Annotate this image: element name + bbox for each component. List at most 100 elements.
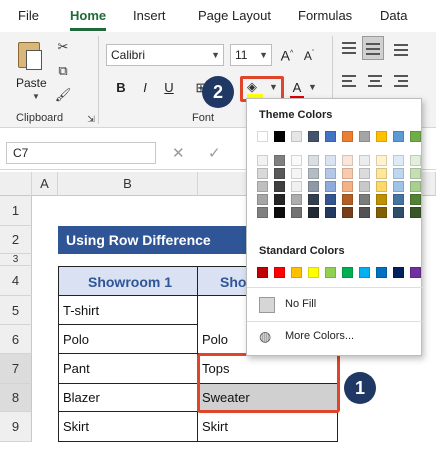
theme-color-swatch[interactable] xyxy=(410,131,421,142)
theme-color-tint-swatch[interactable] xyxy=(393,207,404,218)
chevron-down-icon[interactable]: ▼ xyxy=(269,82,278,92)
standard-color-swatch[interactable] xyxy=(291,267,302,278)
theme-color-tint-swatch[interactable] xyxy=(274,207,285,218)
theme-color-tint-swatch[interactable] xyxy=(342,181,353,192)
theme-color-swatch[interactable] xyxy=(291,131,302,142)
tab-home[interactable]: Home xyxy=(70,8,106,23)
theme-color-tint-swatch[interactable] xyxy=(410,194,421,205)
theme-color-tint-swatch[interactable] xyxy=(308,168,319,179)
theme-color-tint-swatch[interactable] xyxy=(325,155,336,166)
theme-color-tint-swatch[interactable] xyxy=(257,155,268,166)
theme-color-tint-swatch[interactable] xyxy=(410,181,421,192)
underline-button[interactable]: U xyxy=(160,78,178,98)
table-cell[interactable]: T-shirt xyxy=(58,296,198,325)
standard-color-swatch[interactable] xyxy=(359,267,370,278)
theme-color-tint-swatch[interactable] xyxy=(359,194,370,205)
theme-color-tint-swatch[interactable] xyxy=(308,181,319,192)
theme-color-tint-swatch[interactable] xyxy=(291,207,302,218)
enter-icon[interactable]: ✓ xyxy=(208,144,221,162)
theme-color-tint-swatch[interactable] xyxy=(342,168,353,179)
theme-color-tint-swatch[interactable] xyxy=(325,194,336,205)
theme-color-swatch[interactable] xyxy=(274,131,285,142)
row-header[interactable]: 8 xyxy=(0,384,32,412)
theme-color-tint-swatch[interactable] xyxy=(257,207,268,218)
tab-page-layout[interactable]: Page Layout xyxy=(198,8,271,23)
standard-color-swatch[interactable] xyxy=(308,267,319,278)
cut-icon[interactable]: ✂ xyxy=(54,38,72,56)
row-header[interactable]: 9 xyxy=(0,412,32,442)
align-center-icon[interactable] xyxy=(366,72,384,90)
row-header[interactable]: 1 xyxy=(0,196,32,226)
standard-color-swatch[interactable] xyxy=(325,267,336,278)
tab-file[interactable]: File xyxy=(18,8,39,23)
table-cell[interactable]: Skirt xyxy=(58,412,198,442)
font-color-icon[interactable]: A xyxy=(288,78,306,98)
theme-color-tint-swatch[interactable] xyxy=(410,155,421,166)
row-header[interactable]: 5 xyxy=(0,296,32,325)
copy-icon[interactable]: ⧉ xyxy=(54,62,72,80)
middle-align-icon[interactable] xyxy=(362,36,384,60)
row-header[interactable]: 4 xyxy=(0,266,32,296)
more-colors-item[interactable]: ◍ More Colors... xyxy=(253,327,417,349)
theme-color-tint-swatch[interactable] xyxy=(393,181,404,192)
format-painter-icon[interactable]: 🖌 xyxy=(54,86,72,104)
theme-color-swatch[interactable] xyxy=(308,131,319,142)
theme-color-tint-swatch[interactable] xyxy=(393,155,404,166)
tab-data[interactable]: Data xyxy=(380,8,407,23)
theme-color-tint-swatch[interactable] xyxy=(393,194,404,205)
theme-color-swatch[interactable] xyxy=(376,131,387,142)
theme-color-tint-swatch[interactable] xyxy=(291,155,302,166)
theme-color-tint-swatch[interactable] xyxy=(308,207,319,218)
theme-color-tint-swatch[interactable] xyxy=(325,207,336,218)
italic-button[interactable]: I xyxy=(136,78,154,98)
theme-color-tint-swatch[interactable] xyxy=(291,168,302,179)
theme-color-tint-swatch[interactable] xyxy=(376,194,387,205)
bold-button[interactable]: B xyxy=(112,78,130,98)
chevron-down-icon[interactable]: ▼ xyxy=(308,82,317,92)
theme-color-tint-swatch[interactable] xyxy=(325,168,336,179)
bottom-align-icon[interactable] xyxy=(392,40,410,58)
theme-color-swatch[interactable] xyxy=(325,131,336,142)
theme-color-tint-swatch[interactable] xyxy=(410,168,421,179)
theme-color-tint-swatch[interactable] xyxy=(342,207,353,218)
theme-color-tint-swatch[interactable] xyxy=(376,181,387,192)
theme-color-tint-swatch[interactable] xyxy=(325,181,336,192)
theme-color-tint-swatch[interactable] xyxy=(308,194,319,205)
theme-color-tint-swatch[interactable] xyxy=(393,168,404,179)
row-header[interactable]: 2 xyxy=(0,226,32,254)
top-align-icon[interactable] xyxy=(340,40,358,58)
standard-color-swatch[interactable] xyxy=(410,267,421,278)
select-all-corner[interactable] xyxy=(0,172,32,196)
theme-color-tint-swatch[interactable] xyxy=(359,207,370,218)
theme-color-tint-swatch[interactable] xyxy=(376,168,387,179)
theme-color-swatch[interactable] xyxy=(342,131,353,142)
shrink-font-icon[interactable]: Aˇ xyxy=(300,44,318,64)
theme-color-tint-swatch[interactable] xyxy=(342,155,353,166)
standard-color-swatch[interactable] xyxy=(274,267,285,278)
font-name-select[interactable]: Calibri ▼ xyxy=(106,44,224,66)
grow-font-icon[interactable]: A^ xyxy=(278,44,296,64)
align-left-icon[interactable] xyxy=(340,72,358,90)
name-box[interactable]: C7 xyxy=(6,142,156,164)
tab-formulas[interactable]: Formulas xyxy=(298,8,352,23)
font-size-select[interactable]: 11 ▼ xyxy=(230,44,272,66)
theme-color-tint-swatch[interactable] xyxy=(359,181,370,192)
cancel-icon[interactable]: ✕ xyxy=(172,144,185,162)
theme-color-tint-swatch[interactable] xyxy=(410,207,421,218)
theme-color-tint-swatch[interactable] xyxy=(359,155,370,166)
theme-color-swatch[interactable] xyxy=(257,131,268,142)
table-cell[interactable]: Blazer xyxy=(58,384,198,412)
theme-color-swatch[interactable] xyxy=(393,131,404,142)
theme-color-tint-swatch[interactable] xyxy=(257,181,268,192)
paste-button[interactable]: Paste ▼ xyxy=(10,36,54,101)
standard-color-swatch[interactable] xyxy=(342,267,353,278)
row-header[interactable]: 7 xyxy=(0,354,32,384)
theme-color-tint-swatch[interactable] xyxy=(291,181,302,192)
theme-color-tint-swatch[interactable] xyxy=(274,155,285,166)
standard-color-swatch[interactable] xyxy=(257,267,268,278)
align-right-icon[interactable] xyxy=(392,72,410,90)
theme-color-tint-swatch[interactable] xyxy=(274,181,285,192)
column-header-a[interactable]: A xyxy=(32,172,58,196)
theme-color-tint-swatch[interactable] xyxy=(376,155,387,166)
theme-color-tint-swatch[interactable] xyxy=(342,194,353,205)
